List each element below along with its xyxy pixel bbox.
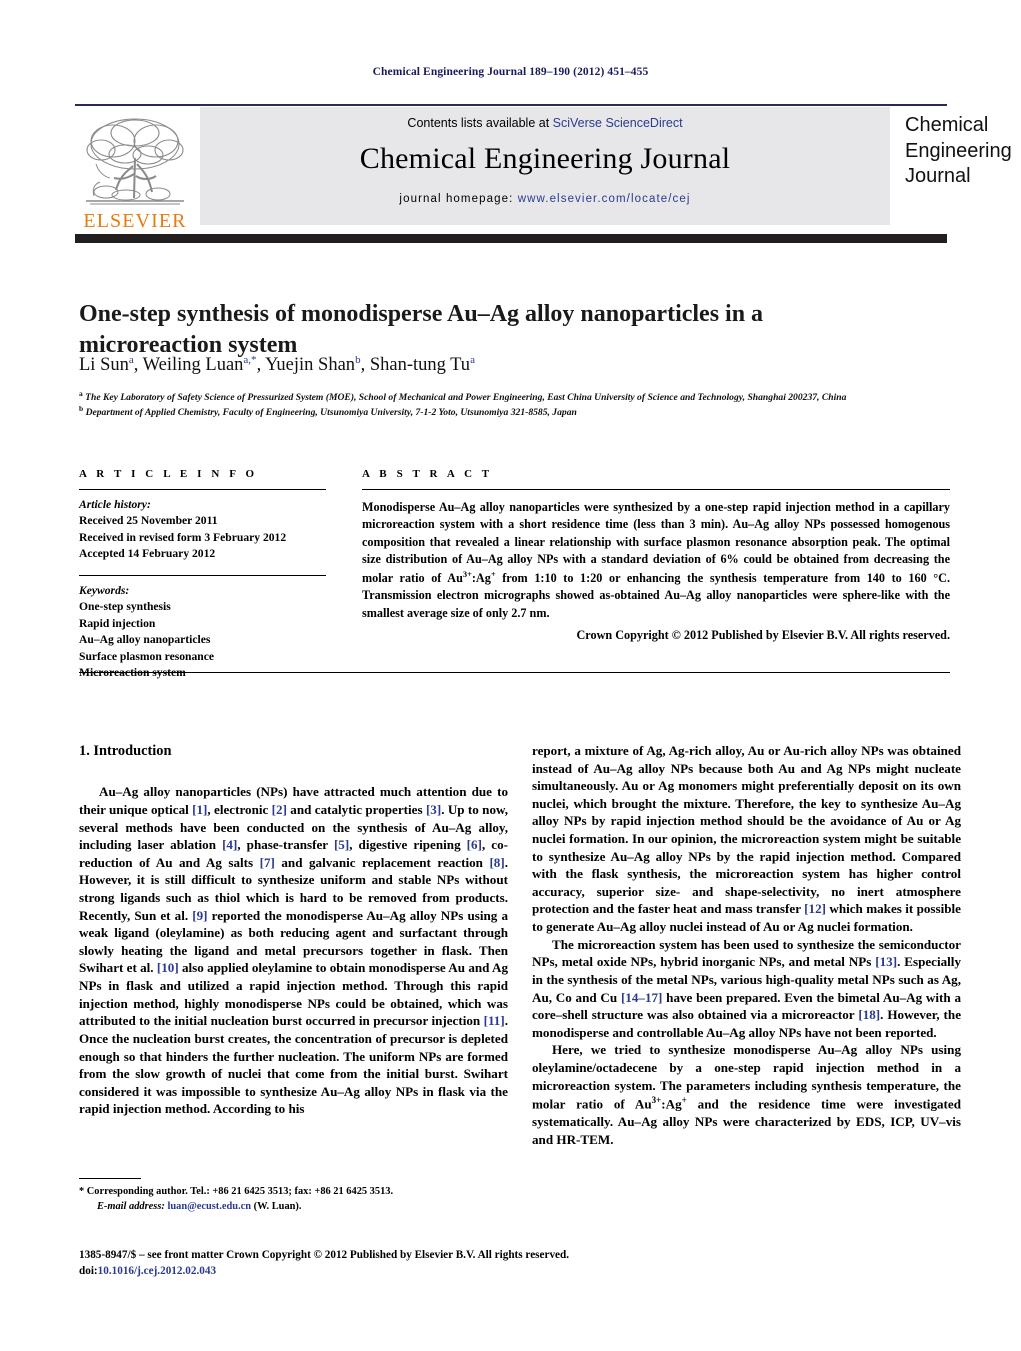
- abstract-bottom-rule: [79, 672, 950, 673]
- email-link[interactable]: luan@ecust.edu.cn: [167, 1201, 251, 1212]
- affiliation-a: a The Key Laboratory of Safety Science o…: [79, 389, 847, 404]
- sciencedirect-link[interactable]: SciVerse ScienceDirect: [553, 116, 683, 130]
- article-info-heading: A R T I C L E I N F O: [79, 468, 258, 480]
- article-title: One-step synthesis of monodisperse Au–Ag…: [79, 301, 764, 358]
- keywords-label: Keywords:: [79, 583, 130, 597]
- abstract-text: Monodisperse Au–Ag alloy nanoparticles w…: [362, 500, 950, 620]
- affiliations: a The Key Laboratory of Safety Science o…: [79, 389, 959, 420]
- homepage-prefix: journal homepage:: [399, 193, 518, 205]
- email-suffix: (W. Luan).: [253, 1200, 302, 1212]
- paper-page: Chemical Engineering Journal 189–190 (20…: [0, 0, 1021, 1351]
- masthead-black-bar: [75, 234, 947, 243]
- affiliation-b-text: Department of Applied Chemistry, Faculty…: [85, 407, 577, 419]
- history-item: Accepted 14 February 2012: [79, 547, 216, 561]
- author-list: Li Suna, Weiling Luana,*, Yuejin Shanb, …: [79, 354, 909, 376]
- affiliation-a-text: The Key Laboratory of Safety Science of …: [85, 392, 847, 404]
- email-label: E-mail address:: [97, 1200, 165, 1212]
- history-item: Received 25 November 2011: [79, 514, 218, 528]
- paragraph: Au–Ag alloy nanoparticles (NPs) have att…: [79, 784, 509, 1117]
- corresponding-author-line: * Corresponding author. Tel.: +86 21 642…: [79, 1186, 394, 1197]
- keyword-item: Au–Ag alloy nanoparticles: [79, 633, 211, 647]
- abstract-heading: A B S T R A C T: [362, 468, 493, 480]
- running-head: Chemical Engineering Journal 189–190 (20…: [372, 66, 649, 78]
- journal-cover-thumbnail: Chemical Engineering Journal: [905, 113, 1021, 190]
- authors-text: Li Suna, Weiling Luana,*, Yuejin Shanb, …: [79, 354, 475, 376]
- body-column-left: 1. Introduction Au–Ag alloy nanoparticle…: [79, 742, 508, 1118]
- masthead-top-rule: [75, 104, 947, 106]
- journal-homepage-line: journal homepage: www.elsevier.com/locat…: [200, 193, 890, 205]
- elsevier-tree-icon: [86, 118, 184, 205]
- contents-prefix: Contents lists available at: [407, 116, 553, 130]
- body-column-right: report, a mixture of Ag, Ag-rich alloy, …: [532, 742, 961, 1148]
- issn-line: 1385-8947/$ – see front matter Crown Cop…: [79, 1249, 570, 1261]
- footnote-rule: [79, 1178, 141, 1179]
- article-history-block: Article history: Received 25 November 20…: [79, 490, 326, 563]
- doi-link[interactable]: 10.1016/j.cej.2012.02.043: [98, 1265, 216, 1277]
- corresponding-author-footnote: * Corresponding author. Tel.: +86 21 642…: [79, 1185, 509, 1215]
- paragraph: The microreaction system has been used t…: [532, 936, 962, 1040]
- journal-homepage-link[interactable]: www.elsevier.com/locate/cej: [518, 193, 691, 205]
- affiliation-b: b Department of Applied Chemistry, Facul…: [79, 404, 577, 419]
- contents-available-line: Contents lists available at SciVerse Sci…: [200, 116, 890, 130]
- cover-line-1: Chemical: [905, 114, 989, 136]
- keyword-item: Surface plasmon resonance: [79, 649, 215, 663]
- issn-copyright-block: 1385-8947/$ – see front matter Crown Cop…: [79, 1248, 679, 1280]
- paragraph: Here, we tried to synthesize monodispers…: [532, 1042, 961, 1147]
- journal-title: Chemical Engineering Journal: [359, 142, 731, 175]
- doi-label: doi:: [79, 1264, 98, 1277]
- masthead-band: Contents lists available at SciVerse Sci…: [200, 107, 890, 225]
- keyword-item: One-step synthesis: [79, 600, 171, 614]
- paragraph: report, a mixture of Ag, Ag-rich alloy, …: [532, 743, 961, 935]
- abstract-column: A B S T R A C T Monodisperse Au–Ag alloy…: [362, 468, 950, 643]
- history-item: Received in revised form 3 February 2012: [79, 530, 287, 544]
- cover-line-3: Journal: [905, 165, 971, 188]
- section-heading-introduction: 1. Introduction: [79, 743, 172, 759]
- article-info-column: A R T I C L E I N F O Article history: R…: [79, 468, 326, 682]
- keywords-block: Keywords: One-step synthesis Rapid injec…: [79, 576, 326, 682]
- keyword-item: Rapid injection: [79, 616, 156, 630]
- email-line: E-mail address: luan@ecust.edu.cn (W. Lu…: [79, 1200, 509, 1215]
- cover-line-2: Engineering: [905, 139, 1012, 162]
- keyword-item: Microreaction system: [79, 666, 186, 680]
- journal-masthead: ELSEVIER Contents lists available at Sci…: [75, 107, 1012, 231]
- elsevier-logo[interactable]: ELSEVIER: [75, 107, 195, 231]
- doi-line: doi:10.1016/j.cej.2012.02.043: [79, 1264, 679, 1280]
- elsevier-wordmark: ELSEVIER: [83, 210, 187, 232]
- abstract-copyright: Crown Copyright © 2012 Published by Else…: [576, 628, 950, 643]
- article-history-label: Article history:: [79, 498, 151, 511]
